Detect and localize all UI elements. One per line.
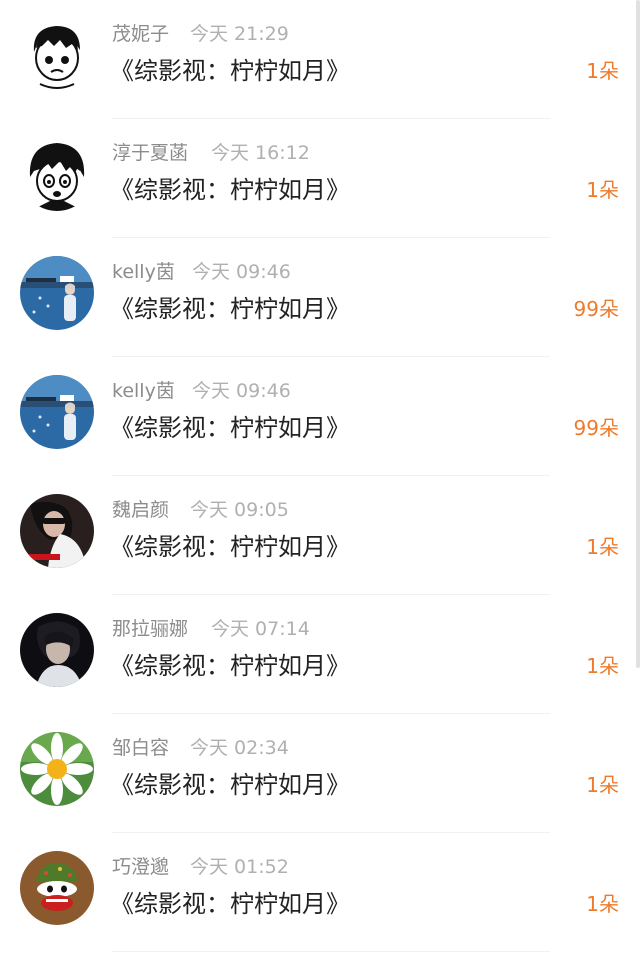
timestamp: 今天 09:05 [190, 499, 289, 521]
flower-count: 1朵 [586, 59, 619, 83]
list-item[interactable]: 茂妮子 今天 21:29 《综影视：柠柠如月》 1朵 [0, 0, 640, 119]
divider [112, 951, 550, 952]
timestamp: 今天 16:12 [211, 142, 310, 164]
user-name[interactable]: 茂妮子 [112, 21, 169, 47]
flower-count: 99朵 [573, 416, 619, 440]
portrait-photo-avatar [20, 613, 94, 687]
flower-count: 99朵 [573, 297, 619, 321]
cartoon-monkey-avatar [20, 851, 94, 925]
book-title[interactable]: 《综影视：柠柠如月》 [110, 173, 350, 207]
timestamp: 今天 02:34 [190, 737, 289, 759]
gift-record-list: 茂妮子 今天 21:29 《综影视：柠柠如月》 1朵 淳于夏菡 今天 16:12… [0, 0, 640, 956]
book-title[interactable]: 《综影视：柠柠如月》 [110, 887, 350, 921]
list-item[interactable]: 巧澄邈 今天 01:52 《综影视：柠柠如月》 1朵 [0, 833, 640, 952]
sea-photo-avatar [20, 375, 94, 449]
book-title[interactable]: 《综影视：柠柠如月》 [110, 768, 350, 802]
user-name[interactable]: 魏启颜 [112, 497, 169, 523]
avatar[interactable] [20, 613, 94, 687]
daisy-avatar [20, 732, 94, 806]
list-item[interactable]: kelly茵 今天 09:46 《综影视：柠柠如月》 99朵 [0, 357, 640, 476]
portrait-photo-avatar [20, 494, 94, 568]
book-title[interactable]: 《综影视：柠柠如月》 [110, 411, 350, 445]
list-item[interactable]: 魏启颜 今天 09:05 《综影视：柠柠如月》 1朵 [0, 476, 640, 595]
avatar[interactable] [20, 732, 94, 806]
avatar[interactable] [20, 18, 94, 92]
flower-count: 1朵 [586, 535, 619, 559]
timestamp: 今天 09:46 [192, 261, 291, 283]
book-title[interactable]: 《综影视：柠柠如月》 [110, 54, 350, 88]
flower-count: 1朵 [586, 178, 619, 202]
user-name[interactable]: 邹白容 [112, 735, 169, 761]
scrollbar[interactable] [636, 0, 640, 668]
avatar[interactable] [20, 375, 94, 449]
flower-count: 1朵 [586, 773, 619, 797]
sea-photo-avatar [20, 256, 94, 330]
user-name[interactable]: 巧澄邈 [112, 854, 169, 880]
flower-count: 1朵 [586, 654, 619, 678]
timestamp: 今天 09:46 [192, 380, 291, 402]
manga-boy-avatar [20, 18, 94, 92]
book-title[interactable]: 《综影视：柠柠如月》 [110, 292, 350, 326]
timestamp: 今天 01:52 [190, 856, 289, 878]
list-item[interactable]: 那拉骊娜 今天 07:14 《综影视：柠柠如月》 1朵 [0, 595, 640, 714]
user-name[interactable]: kelly茵 [112, 378, 175, 404]
avatar[interactable] [20, 137, 94, 211]
flower-count: 1朵 [586, 892, 619, 916]
manga-boy-avatar [20, 137, 94, 211]
user-name[interactable]: kelly茵 [112, 259, 175, 285]
list-item[interactable]: 淳于夏菡 今天 16:12 《综影视：柠柠如月》 1朵 [0, 119, 640, 238]
avatar[interactable] [20, 256, 94, 330]
timestamp: 今天 21:29 [190, 23, 289, 45]
list-item[interactable]: kelly茵 今天 09:46 《综影视：柠柠如月》 99朵 [0, 238, 640, 357]
book-title[interactable]: 《综影视：柠柠如月》 [110, 649, 350, 683]
user-name[interactable]: 那拉骊娜 [112, 616, 188, 642]
book-title[interactable]: 《综影视：柠柠如月》 [110, 530, 350, 564]
list-item[interactable]: 邹白容 今天 02:34 《综影视：柠柠如月》 1朵 [0, 714, 640, 833]
user-name[interactable]: 淳于夏菡 [112, 140, 188, 166]
avatar[interactable] [20, 494, 94, 568]
timestamp: 今天 07:14 [211, 618, 310, 640]
avatar[interactable] [20, 851, 94, 925]
